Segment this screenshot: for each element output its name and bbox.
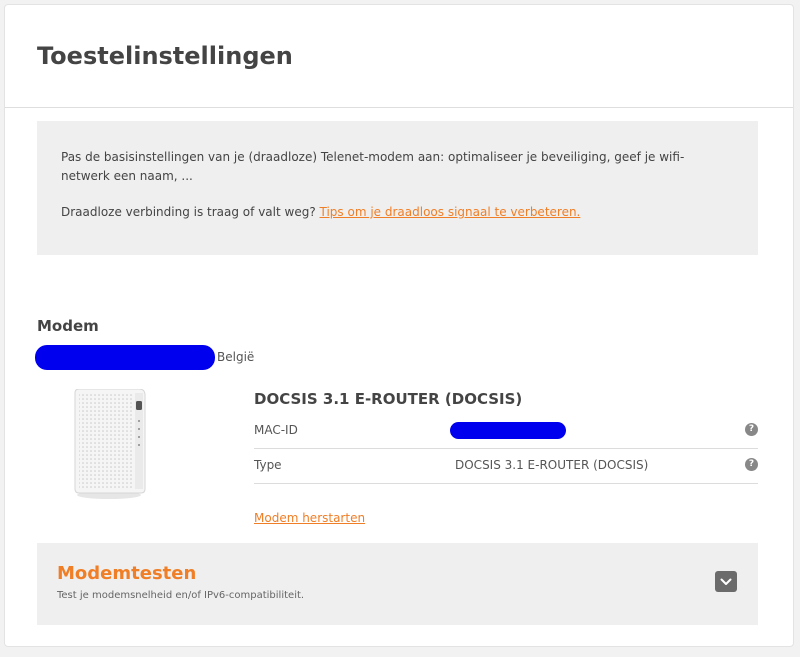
info-text: Pas de basisinstellingen van je (draadlo…	[61, 150, 685, 183]
type-value: DOCSIS 3.1 E-ROUTER (DOCSIS)	[455, 458, 649, 472]
modem-section-title: Modem	[37, 317, 99, 335]
page-title: Toestelinstellingen	[37, 42, 293, 70]
info-question: Draadloze verbinding is traag of valt we…	[61, 205, 316, 219]
device-name: DOCSIS 3.1 E-ROUTER (DOCSIS)	[254, 390, 523, 408]
mac-id-row: MAC-ID ?	[254, 413, 758, 449]
info-line-2: Draadloze verbinding is traag of valt we…	[61, 205, 580, 219]
type-row: Type DOCSIS 3.1 E-ROUTER (DOCSIS) ?	[254, 448, 758, 484]
wifi-tips-link[interactable]: Tips om je draadloos signaal te verbeter…	[320, 205, 581, 219]
type-label: Type	[254, 458, 282, 472]
help-icon[interactable]: ?	[745, 458, 758, 471]
restart-modem-link[interactable]: Modem herstarten	[254, 511, 365, 525]
modem-tests-title: Modemtesten	[57, 563, 197, 584]
mac-id-label: MAC-ID	[254, 423, 298, 437]
redacted-address	[35, 345, 215, 370]
page-header: Toestelinstellingen	[5, 5, 793, 108]
modem-tests-subtitle: Test je modemsnelheid en/of IPv6-compati…	[57, 590, 305, 601]
info-box: Pas de basisinstellingen van je (draadlo…	[37, 121, 758, 255]
chevron-down-icon	[720, 578, 732, 585]
modem-image	[74, 389, 146, 499]
modem-tests-panel[interactable]: Modemtesten Test je modemsnelheid en/of …	[37, 543, 758, 625]
help-icon[interactable]: ?	[745, 423, 758, 436]
settings-card: Toestelinstellingen Pas de basisinstelli…	[4, 4, 794, 647]
expand-button[interactable]	[715, 571, 737, 592]
redacted-mac-id	[450, 422, 566, 439]
country-label: België	[217, 350, 255, 364]
